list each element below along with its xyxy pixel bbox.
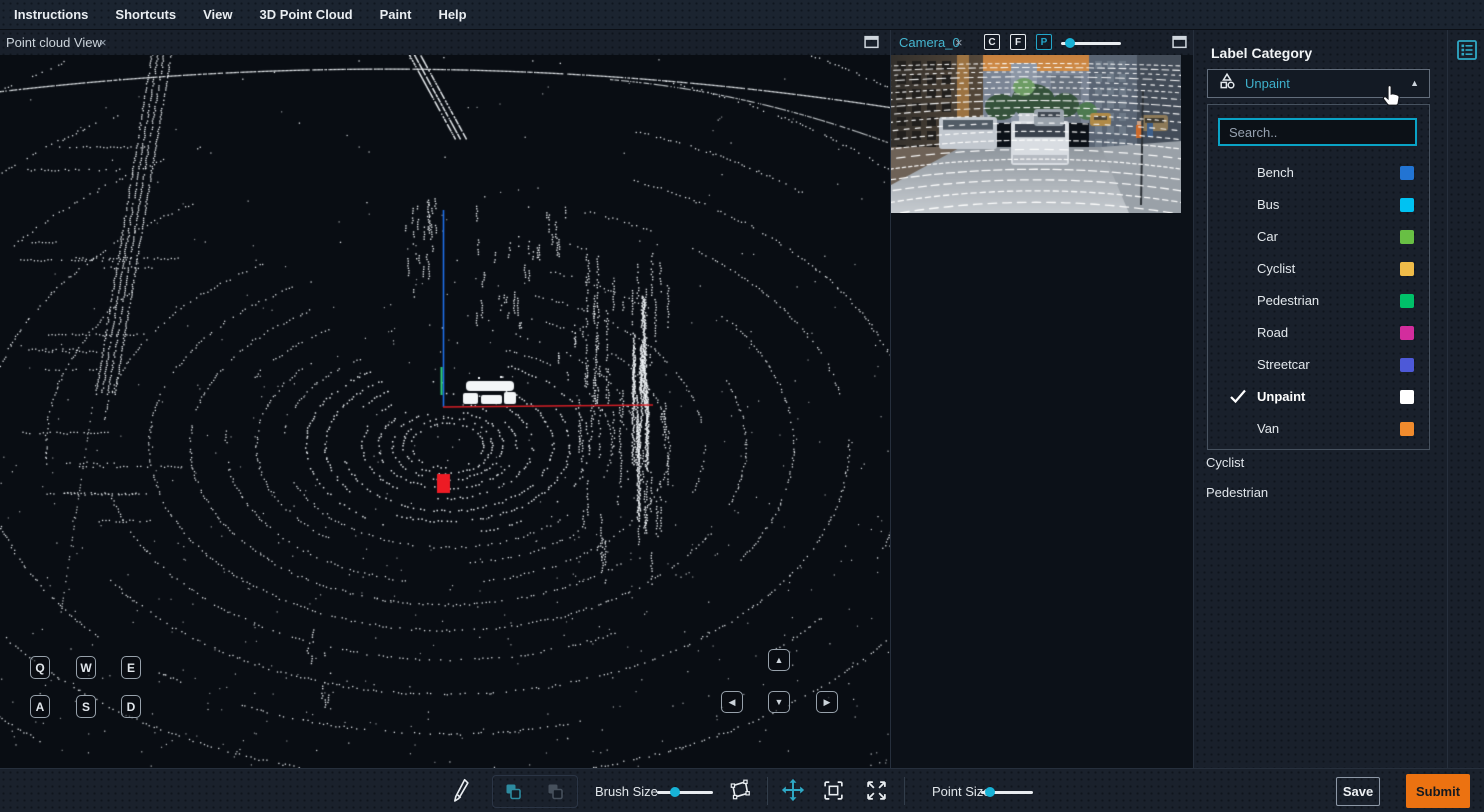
category-option-cyclist[interactable]: Cyclist xyxy=(1209,253,1428,285)
nav-key-w[interactable]: W xyxy=(76,656,96,679)
category-option-road[interactable]: Road xyxy=(1209,317,1428,349)
brush-size-slider-track[interactable] xyxy=(657,791,713,794)
app-root: { "menu_bar": { "items": ["Instructions"… xyxy=(0,0,1484,812)
menu-help[interactable]: Help xyxy=(438,7,466,22)
nav-key-a[interactable]: A xyxy=(30,695,50,718)
menu-bar: Instructions Shortcuts View 3D Point Clo… xyxy=(0,0,1484,30)
move-tool-icon[interactable] xyxy=(781,778,805,807)
nav-key-q[interactable]: Q xyxy=(30,656,50,679)
brush-tool-icon[interactable] xyxy=(450,777,476,810)
brush-size-slider-thumb[interactable] xyxy=(670,787,680,797)
color-chip xyxy=(1400,230,1414,244)
frame-focus-icon[interactable] xyxy=(822,779,845,807)
category-option-car[interactable]: Car xyxy=(1209,221,1428,253)
menu-view[interactable]: View xyxy=(203,7,232,22)
label-list-icon[interactable] xyxy=(1455,38,1479,67)
label-category-dropdown-panel: Bench Bus Car Cyclist Pedestrian Road St… xyxy=(1207,104,1430,450)
toolbar-divider xyxy=(767,777,768,805)
color-chip xyxy=(1400,358,1414,372)
camera-viewport xyxy=(890,55,1193,768)
camera-image[interactable] xyxy=(891,55,1181,213)
expand-fullscreen-icon[interactable] xyxy=(865,779,888,807)
brush-size-label: Brush Size xyxy=(595,784,658,799)
label-category-panel: Label Category Unpaint ▲ Bench Bus Car C… xyxy=(1193,30,1447,768)
camera-tab[interactable]: Camera_0 xyxy=(899,35,960,50)
paint-transfer-group xyxy=(492,775,578,808)
paste-paint-icon-disabled[interactable] xyxy=(545,782,565,807)
copy-paint-icon[interactable] xyxy=(503,782,523,807)
nav-key-d[interactable]: D xyxy=(121,695,141,718)
category-option-bench[interactable]: Bench xyxy=(1209,157,1428,189)
point-size-slider-thumb[interactable] xyxy=(985,787,995,797)
category-shapes-icon xyxy=(1218,72,1236,95)
nav-key-s[interactable]: S xyxy=(76,695,96,718)
pan-left-button[interactable]: ◀ xyxy=(721,691,743,713)
color-chip xyxy=(1400,262,1414,276)
category-option-pedestrian[interactable]: Pedestrian xyxy=(1209,285,1428,317)
camera-p-button[interactable]: P xyxy=(1036,34,1052,50)
color-chip xyxy=(1400,198,1414,212)
annotation-item-pedestrian[interactable]: Pedestrian xyxy=(1206,485,1268,500)
pointcloud-viewport: Q W E A S D ▲ ◀ ▼ ▶ xyxy=(0,55,890,768)
menu-instructions[interactable]: Instructions xyxy=(14,7,88,22)
pointcloud-tab-close-icon[interactable]: × xyxy=(99,35,107,50)
color-chip xyxy=(1400,166,1414,180)
submit-button[interactable]: Submit xyxy=(1406,774,1470,808)
category-option-streetcar[interactable]: Streetcar xyxy=(1209,349,1428,381)
dropdown-selected-value: Unpaint xyxy=(1245,76,1290,91)
save-button[interactable]: Save xyxy=(1336,777,1380,806)
search-input[interactable] xyxy=(1218,118,1417,146)
color-chip xyxy=(1400,326,1414,340)
color-chip xyxy=(1400,294,1414,308)
menu-paint[interactable]: Paint xyxy=(380,7,412,22)
menu-3d-point-cloud[interactable]: 3D Point Cloud xyxy=(259,7,352,22)
camera-tab-close-icon[interactable]: × xyxy=(955,35,963,50)
pan-right-button[interactable]: ▶ xyxy=(816,691,838,713)
annotation-item-cyclist[interactable]: Cyclist xyxy=(1206,455,1244,470)
camera-tab-bar: Camera_0 × C F P xyxy=(890,30,1193,55)
pan-up-button[interactable]: ▲ xyxy=(768,649,790,671)
chevron-up-icon[interactable]: ▲ xyxy=(1410,79,1419,88)
polygon-tool-icon[interactable] xyxy=(728,778,752,807)
nav-key-e[interactable]: E xyxy=(121,656,141,679)
color-chip xyxy=(1400,390,1414,404)
camera-c-button[interactable]: C xyxy=(984,34,1000,50)
bottom-toolbar: Brush Size Poi xyxy=(0,768,1484,812)
right-tool-strip xyxy=(1447,30,1484,768)
camera-maximize-icon[interactable] xyxy=(1172,35,1187,54)
pan-down-button[interactable]: ▼ xyxy=(768,691,790,713)
category-option-van[interactable]: Van xyxy=(1209,413,1428,445)
category-option-unpaint[interactable]: Unpaint xyxy=(1209,381,1428,413)
pointcloud-tab[interactable]: Point cloud View xyxy=(6,35,102,50)
camera-opacity-slider-thumb[interactable] xyxy=(1065,38,1075,48)
color-chip xyxy=(1400,422,1414,436)
pointcloud-tab-bar: Point cloud View × xyxy=(0,30,890,55)
camera-f-button[interactable]: F xyxy=(1010,34,1026,50)
check-icon xyxy=(1229,388,1247,409)
label-category-title: Label Category xyxy=(1211,45,1312,61)
label-category-dropdown[interactable]: Unpaint ▲ xyxy=(1207,69,1430,98)
category-option-bus[interactable]: Bus xyxy=(1209,189,1428,221)
pointcloud-maximize-icon[interactable] xyxy=(864,35,879,54)
menu-shortcuts[interactable]: Shortcuts xyxy=(115,7,176,22)
toolbar-divider xyxy=(904,777,905,805)
